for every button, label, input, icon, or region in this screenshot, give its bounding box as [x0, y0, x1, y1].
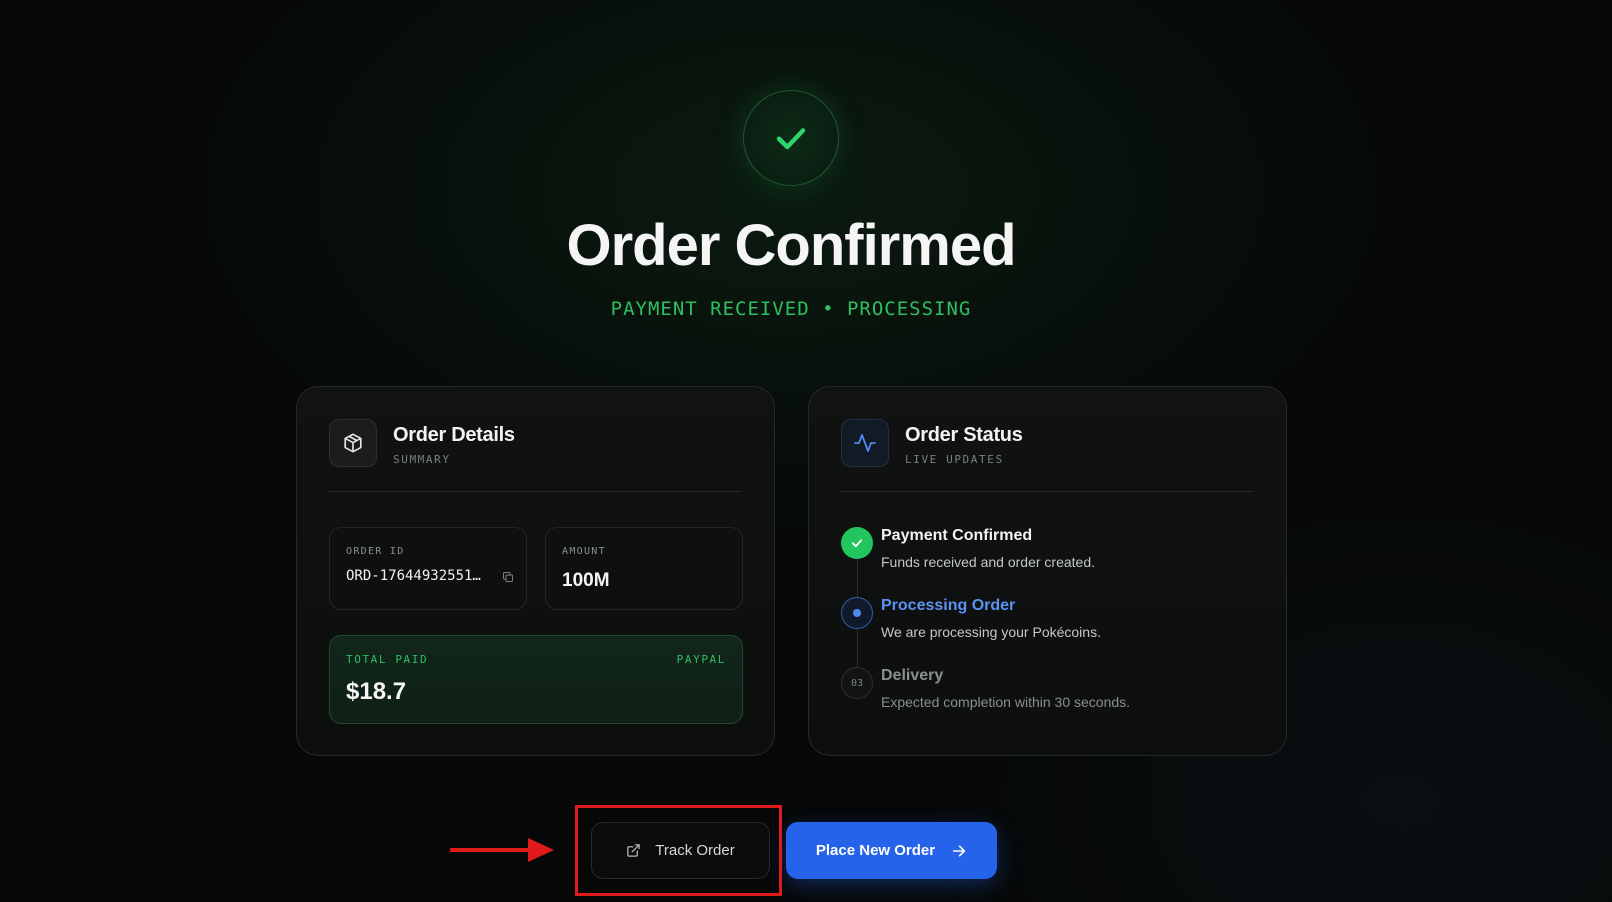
order-id-label: ORDER ID — [346, 546, 405, 557]
order-details-subtitle: SUMMARY — [393, 453, 451, 466]
status-step-payment-confirmed: Payment Confirmed Funds received and ord… — [841, 527, 1261, 587]
step-title: Payment Confirmed — [881, 527, 1033, 544]
order-status-title: Order Status — [905, 424, 1023, 446]
activity-icon — [841, 419, 889, 467]
total-paid-label: TOTAL PAID — [346, 653, 429, 666]
step-number: 03 — [841, 667, 873, 699]
status-step-delivery: 03 Delivery Expected completion within 3… — [841, 667, 1261, 727]
step-active-dot-icon — [841, 597, 873, 629]
copy-icon[interactable] — [500, 569, 516, 585]
order-details-header: Order Details SUMMARY — [329, 419, 742, 491]
order-details-title: Order Details — [393, 424, 515, 446]
step-description: We are processing your Pokécoins. — [881, 624, 1101, 640]
check-icon — [776, 128, 806, 150]
pointer-arrow-icon — [450, 838, 554, 862]
highlight-box — [575, 805, 782, 896]
order-details-card: Order Details SUMMARY ORDER ID ORD-17644… — [296, 386, 775, 756]
divider — [841, 491, 1254, 492]
order-status-header: Order Status LIVE UPDATES — [841, 419, 1254, 491]
payment-method-label: PAYPAL — [676, 653, 726, 666]
place-new-order-label: Place New Order — [815, 842, 936, 859]
amount-label: AMOUNT — [562, 546, 606, 557]
total-paid-box: TOTAL PAID PAYPAL $18.7 — [329, 635, 743, 724]
amount-box: AMOUNT 100M — [545, 527, 743, 610]
order-status-card: Order Status LIVE UPDATES Payment Confir… — [808, 386, 1287, 756]
place-new-order-button[interactable]: Place New Order — [786, 822, 997, 879]
order-id-box: ORDER ID ORD-17644932551… — [329, 527, 527, 610]
arrow-right-icon — [952, 845, 966, 856]
amount-value: 100M — [562, 570, 610, 591]
package-icon — [329, 419, 377, 467]
step-description: Funds received and order created. — [881, 554, 1096, 570]
success-check-badge — [743, 90, 839, 186]
step-description: Expected completion within 30 seconds. — [881, 694, 1131, 710]
page-subtitle: PAYMENT RECEIVED • PROCESSING — [610, 298, 972, 320]
order-status-subtitle: LIVE UPDATES — [905, 453, 1004, 466]
status-step-processing: Processing Order We are processing your … — [841, 597, 1261, 657]
divider — [329, 491, 742, 492]
page-title: Order Confirmed — [566, 213, 1016, 278]
order-id-value: ORD-17644932551… — [346, 568, 481, 584]
step-title: Delivery — [881, 667, 944, 684]
total-paid-value: $18.7 — [346, 678, 407, 705]
step-done-check-icon — [841, 527, 873, 559]
step-title: Processing Order — [881, 597, 1016, 614]
